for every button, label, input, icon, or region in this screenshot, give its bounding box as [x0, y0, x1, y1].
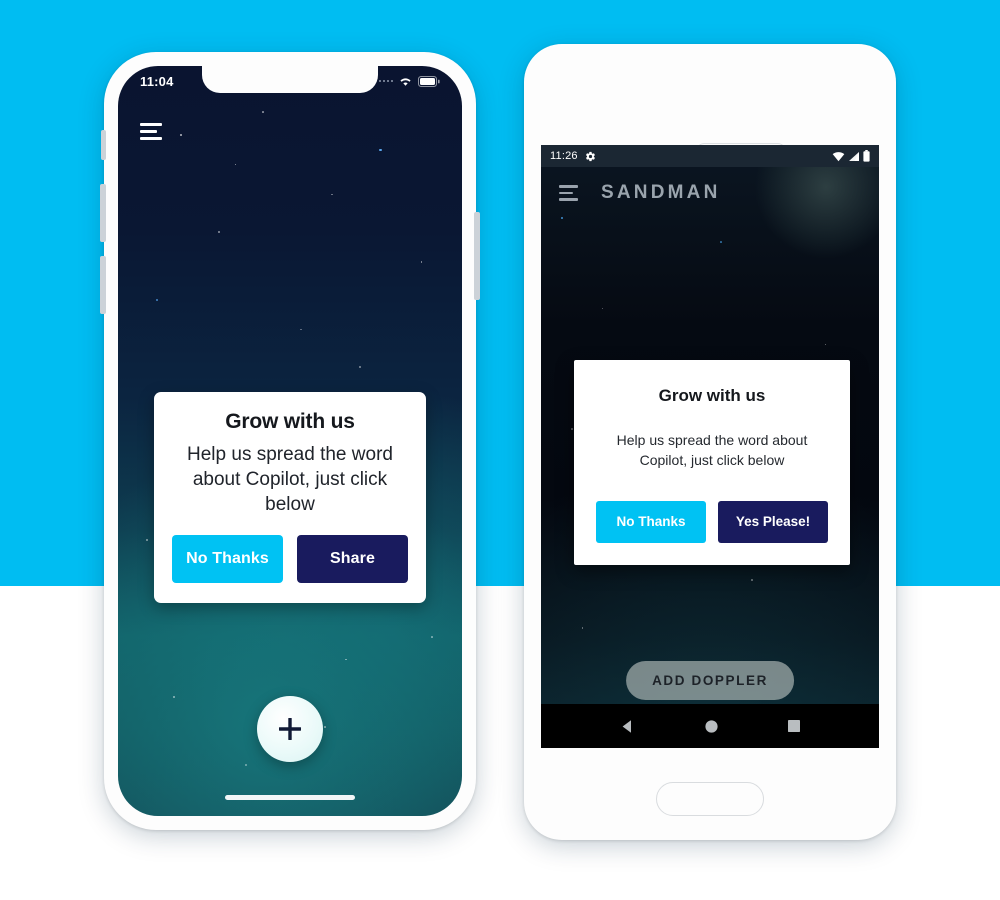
iphone-share-dialog: Grow with us Help us spread the word abo…: [154, 392, 426, 604]
android-hamburger-menu-icon[interactable]: [559, 185, 579, 201]
battery-icon: [418, 75, 440, 87]
android-screen: 11:26 SANDMAN Grow with us Help us sprea…: [541, 145, 879, 748]
android-status-time: 11:26: [550, 150, 578, 162]
android-navigation-bar: [541, 704, 879, 748]
android-dialog-actions: No Thanks Yes Please!: [596, 500, 828, 543]
android-device: 11:26 SANDMAN Grow with us Help us sprea…: [524, 44, 896, 840]
android-status-bar: 11:26: [541, 145, 879, 167]
android-app-bar: SANDMAN: [541, 167, 879, 219]
home-circle-icon[interactable]: [704, 719, 719, 734]
android-no-thanks-button[interactable]: No Thanks: [596, 500, 706, 543]
android-app-title: SANDMAN: [601, 182, 721, 203]
iphone-silence-switch[interactable]: [101, 130, 106, 160]
android-yes-please-button[interactable]: Yes Please!: [718, 500, 828, 543]
iphone-dialog-title: Grow with us: [225, 410, 355, 433]
iphone-dialog-message: Help us spread the word about Copilot, j…: [187, 444, 393, 516]
gear-icon: [585, 151, 595, 161]
iphone-volume-up-button[interactable]: [100, 184, 106, 242]
iphone-home-indicator[interactable]: [225, 795, 355, 800]
back-triangle-icon[interactable]: [619, 718, 636, 735]
signal-icon: [849, 151, 859, 161]
iphone-add-fab-button[interactable]: [257, 696, 323, 762]
iphone-no-thanks-button[interactable]: No Thanks: [172, 535, 283, 584]
android-home-button[interactable]: [656, 782, 764, 816]
cellular-dots-icon: [378, 79, 393, 83]
android-share-dialog: Grow with us Help us spread the word abo…: [574, 360, 850, 565]
android-dialog-title: Grow with us: [658, 386, 766, 405]
plus-icon: [279, 718, 301, 740]
iphone-share-button[interactable]: Share: [297, 535, 408, 584]
recents-square-icon[interactable]: [787, 719, 801, 733]
android-dialog-message: Help us spread the word about Copilot, j…: [616, 432, 808, 469]
iphone-dialog-actions: No Thanks Share: [172, 535, 408, 584]
iphone-screen: 11:04 Grow with us Help us spread the wo…: [118, 66, 462, 816]
iphone-hamburger-menu-icon[interactable]: [140, 123, 164, 140]
wifi-icon: [400, 77, 411, 86]
wifi-icon: [832, 151, 845, 161]
iphone-power-button[interactable]: [474, 212, 480, 300]
iphone-status-time: 11:04: [140, 73, 174, 89]
android-add-doppler-button[interactable]: ADD DOPPLER: [626, 661, 794, 700]
iphone-volume-down-button[interactable]: [100, 256, 106, 314]
iphone-notch: [202, 66, 378, 93]
iphone-device: 11:04 Grow with us Help us spread the wo…: [100, 52, 480, 830]
battery-icon: [863, 150, 870, 162]
